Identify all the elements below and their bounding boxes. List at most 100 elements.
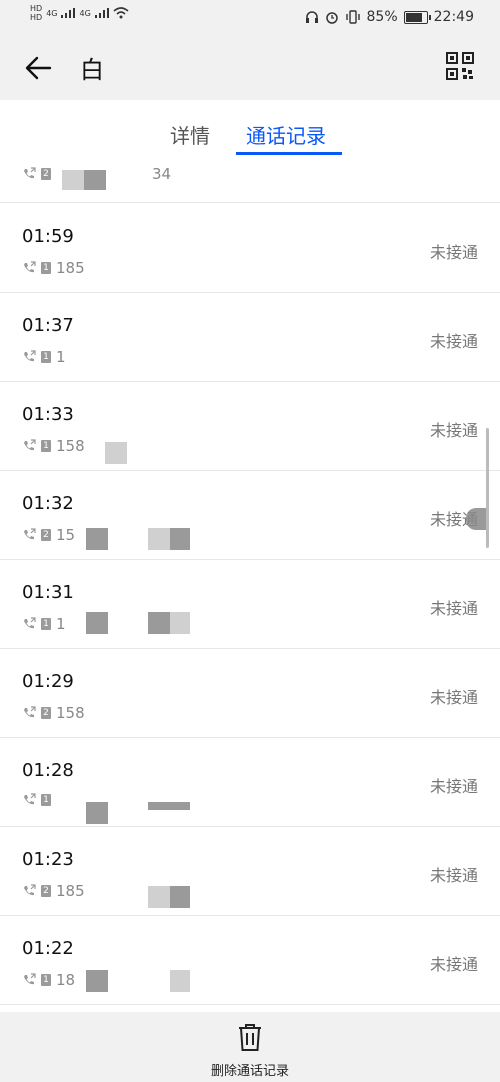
bottom-action-bar: 删除通话记录 [0,1012,500,1082]
arrow-left-icon[interactable] [22,52,54,84]
list-item[interactable]: 01:23 2 185 未接通 [0,826,500,916]
call-time: 01:37 [22,315,74,336]
delete-call-log-label: 删除通话记录 [210,1064,289,1079]
call-sub-info: 1 18 [22,971,75,989]
app-bar: 白 [0,36,500,100]
sim-badge: 2 [41,529,51,541]
sim-badge: 1 [41,794,51,806]
outgoing-call-icon [24,350,36,362]
sim-badge: 2 [41,885,51,897]
sim-badge: 1 [41,351,51,363]
sim-badge: 1 [41,974,51,986]
call-status: 未接通 [429,243,478,262]
phone-number-partial: 1 [56,615,66,633]
phone-number-partial: 34 [152,165,172,183]
headphones-icon [305,11,318,23]
call-status: 未接通 [429,955,478,974]
outgoing-call-icon [24,973,36,985]
phone-number-partial: 158 [56,437,85,455]
sim-badge: 1 [41,262,51,274]
list-item[interactable]: 01:33 1 158 未接通 [0,381,500,471]
call-sub-info: 1 158 [22,437,85,455]
outgoing-call-icon [24,528,36,540]
call-status: 未接通 [429,866,478,885]
list-item[interactable]: 01:59 1 185 未接通 [0,203,500,293]
redaction [148,802,190,810]
redaction [86,802,108,824]
phone-number-partial: 18 [56,971,76,989]
status-left: HD HD 4G 4G [30,4,129,22]
tab-call-log[interactable]: 通话记录 [246,120,326,149]
call-time: 01:29 [22,671,74,692]
phone-number-partial: 185 [56,259,85,277]
phone-number-partial: 15 [56,526,76,544]
redaction [148,886,170,908]
call-time: 01:28 [22,760,74,781]
call-time: 01:31 [22,582,74,603]
tab-details[interactable]: 详情 [170,120,210,149]
call-sub-info: 2 185 [22,882,85,900]
redaction [170,970,190,992]
wifi-icon [113,7,129,19]
battery-icon [403,10,431,24]
outgoing-call-icon [24,261,36,273]
battery-percent: 85% [366,9,398,25]
call-sub-info: 1 [22,793,56,807]
sim-badge: 1 [41,440,51,452]
redaction [170,528,190,550]
call-sub-info: 2 158 [22,704,85,722]
call-status: 未接通 [429,332,478,351]
redaction [86,970,108,992]
sim-badge: 2 [41,707,51,719]
outgoing-call-icon [24,706,36,718]
delete-call-log-button[interactable]: 删除通话记录 [0,1012,500,1082]
signal-icon [94,8,109,18]
outgoing-call-icon [24,167,36,179]
list-item[interactable]: 01:37 1 1 未接通 [0,292,500,382]
call-sub-info: 2 15 [22,526,75,544]
call-time: 01:32 [22,493,74,514]
call-status: 未接通 [429,599,478,618]
call-status: 未接通 [429,777,478,796]
outgoing-call-icon [24,884,36,896]
list-item[interactable]: 01:32 2 15 未接通 [0,470,500,560]
scrollbar[interactable] [486,428,489,548]
list-item[interactable]: 01:31 1 1 未接通 [0,559,500,649]
call-sub-info: 1 1 [22,615,66,633]
redaction [105,442,127,464]
redaction [86,528,108,550]
alarm-icon [325,12,338,24]
trash-icon [239,1024,261,1051]
contact-name: 白 [80,56,104,84]
network-type-2: 4G [79,8,91,18]
redaction [62,170,84,190]
redaction [170,886,190,908]
redaction [170,612,190,634]
phone-number-partial: 185 [56,882,85,900]
call-time: 01:22 [22,938,74,959]
sim-badge: 1 [41,618,51,630]
redaction [86,612,108,634]
list-item[interactable]: 01:28 1 未接通 [0,737,500,827]
phone-number-partial: 1 [56,348,66,366]
call-status: 未接通 [429,421,478,440]
redaction [148,528,170,550]
tab-bar: 详情 通话记录 [0,100,500,160]
qr-code-icon[interactable] [446,52,474,80]
status-bar: HD HD 4G 4G 85% 22:49 [0,0,500,36]
call-time: 01:33 [22,404,74,425]
redaction [148,612,170,634]
vibrate-icon [345,10,360,24]
clock: 22:49 [433,9,474,25]
redaction [84,170,106,190]
call-sub-info: 1 1 [22,348,66,366]
list-item[interactable]: 01:29 2 158 未接通 [0,648,500,738]
call-status: 未接通 [429,688,478,707]
hd-label-1: HD [30,4,43,13]
network-type-1: 4G [46,8,58,18]
redaction [466,508,486,530]
phone-number-partial: 158 [56,704,85,722]
hd-label-2: HD [30,13,43,22]
outgoing-call-icon [24,617,36,629]
list-item[interactable]: 01:22 1 18 未接通 [0,915,500,1005]
